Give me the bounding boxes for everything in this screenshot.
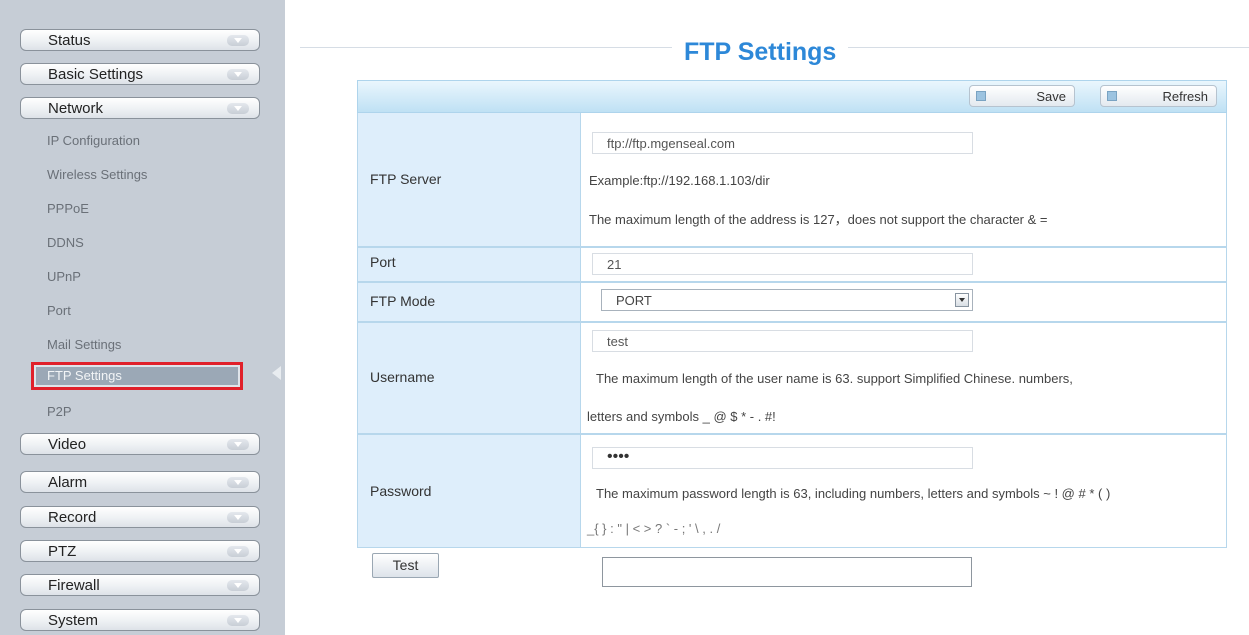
menu-alarm[interactable]: Alarm xyxy=(20,471,260,493)
port-row: Port 21 xyxy=(357,247,1227,282)
save-button[interactable]: Save xyxy=(969,85,1075,107)
menu-basic-settings[interactable]: Basic Settings xyxy=(20,63,260,85)
ftp-mode-label: FTP Mode xyxy=(370,293,436,309)
username-note: The maximum length of the user name is 6… xyxy=(596,371,1073,386)
chevron-down-icon xyxy=(227,103,249,114)
port-label: Port xyxy=(370,254,396,270)
save-label: Save xyxy=(1036,89,1066,104)
menu-firewall[interactable]: Firewall xyxy=(20,574,260,596)
menu-system-label: System xyxy=(48,612,99,629)
ftp-server-label-cell: FTP Server xyxy=(358,113,581,246)
page-title: FTP Settings xyxy=(672,38,849,67)
sidebar-item-ftp-settings[interactable]: FTP Settings xyxy=(31,362,243,390)
menu-network-label: Network xyxy=(48,100,104,117)
test-button[interactable]: Test xyxy=(372,553,439,578)
sidebar-item-ddns[interactable]: DDNS xyxy=(47,235,84,250)
ftp-mode-row: FTP Mode PORT xyxy=(357,282,1227,322)
username-row: Username test The maximum length of the … xyxy=(357,322,1227,434)
ftp-server-label: FTP Server xyxy=(370,171,442,187)
password-note: The maximum password length is 63, inclu… xyxy=(596,486,1111,501)
chevron-down-icon[interactable] xyxy=(955,293,969,307)
username-note-continued: letters and symbols _ @ $ * - . #! xyxy=(587,409,776,424)
username-input[interactable]: test xyxy=(592,330,973,352)
refresh-label: Refresh xyxy=(1162,89,1208,104)
test-result-field xyxy=(602,557,972,587)
ftp-mode-label-cell: FTP Mode xyxy=(358,283,581,321)
ftp-server-note: The maximum length of the address is 127… xyxy=(589,212,1048,227)
sidebar-item-upnp[interactable]: UPnP xyxy=(47,269,81,284)
sidebar-item-port[interactable]: Port xyxy=(47,303,71,318)
chevron-down-icon xyxy=(227,477,249,488)
menu-ptz[interactable]: PTZ xyxy=(20,540,260,562)
menu-video[interactable]: Video xyxy=(20,433,260,455)
sidebar-item-wireless-settings[interactable]: Wireless Settings xyxy=(47,167,147,182)
menu-network[interactable]: Network xyxy=(20,97,260,119)
save-icon xyxy=(976,91,986,101)
ftp-server-value-cell: ftp://ftp.mgenseal.com Example:ftp://192… xyxy=(581,113,1226,246)
selection-pointer-icon xyxy=(272,366,281,380)
chevron-down-icon xyxy=(227,580,249,591)
refresh-button[interactable]: Refresh xyxy=(1100,85,1217,107)
sidebar-item-pppoe[interactable]: PPPoE xyxy=(47,201,89,216)
menu-video-label: Video xyxy=(48,436,87,453)
refresh-icon xyxy=(1107,91,1117,101)
sidebar-item-ip-configuration[interactable]: IP Configuration xyxy=(47,133,140,148)
username-label: Username xyxy=(370,369,435,385)
menu-status-label: Status xyxy=(48,32,91,49)
port-value-cell: 21 xyxy=(581,248,1226,281)
chevron-down-icon xyxy=(227,546,249,557)
sidebar-item-ftp-settings-label: FTP Settings xyxy=(47,368,122,383)
sidebar: Status Basic Settings Network IP Configu… xyxy=(0,0,285,635)
password-label: Password xyxy=(370,483,432,499)
ftp-server-example: Example:ftp://192.168.1.103/dir xyxy=(589,173,770,188)
menu-system[interactable]: System xyxy=(20,609,260,631)
menu-alarm-label: Alarm xyxy=(48,474,88,491)
ftp-mode-value-cell: PORT xyxy=(581,283,1226,321)
username-label-cell: Username xyxy=(358,323,581,433)
menu-status[interactable]: Status xyxy=(20,29,260,51)
port-input[interactable]: 21 xyxy=(592,253,973,275)
menu-record[interactable]: Record xyxy=(20,506,260,528)
password-label-cell: Password xyxy=(358,435,581,547)
ftp-mode-selected-value: PORT xyxy=(616,293,652,308)
chevron-down-icon xyxy=(227,615,249,626)
ftp-mode-select[interactable]: PORT xyxy=(601,289,973,311)
chevron-down-icon xyxy=(227,512,249,523)
menu-ptz-label: PTZ xyxy=(48,543,77,560)
ftp-server-row: FTP Server ftp://ftp.mgenseal.com Exampl… xyxy=(357,113,1227,247)
password-row: Password •••• The maximum password lengt… xyxy=(357,434,1227,548)
test-row: Test xyxy=(357,548,1227,593)
password-note-continued: _{ } : " | < > ? ` - ; ' \ , . / xyxy=(587,521,721,536)
sidebar-item-mail-settings[interactable]: Mail Settings xyxy=(47,337,121,352)
ftp-server-input[interactable]: ftp://ftp.mgenseal.com xyxy=(592,132,973,154)
menu-firewall-label: Firewall xyxy=(48,577,100,594)
sidebar-item-p2p[interactable]: P2P xyxy=(47,404,72,419)
chevron-down-icon xyxy=(227,69,249,80)
password-input[interactable]: •••• xyxy=(592,447,973,469)
menu-basic-settings-label: Basic Settings xyxy=(48,66,144,83)
port-label-cell: Port xyxy=(358,248,581,281)
toolbar: Save Refresh xyxy=(357,80,1227,113)
chevron-down-icon xyxy=(227,439,249,450)
chevron-down-icon xyxy=(227,35,249,46)
menu-record-label: Record xyxy=(48,509,97,526)
